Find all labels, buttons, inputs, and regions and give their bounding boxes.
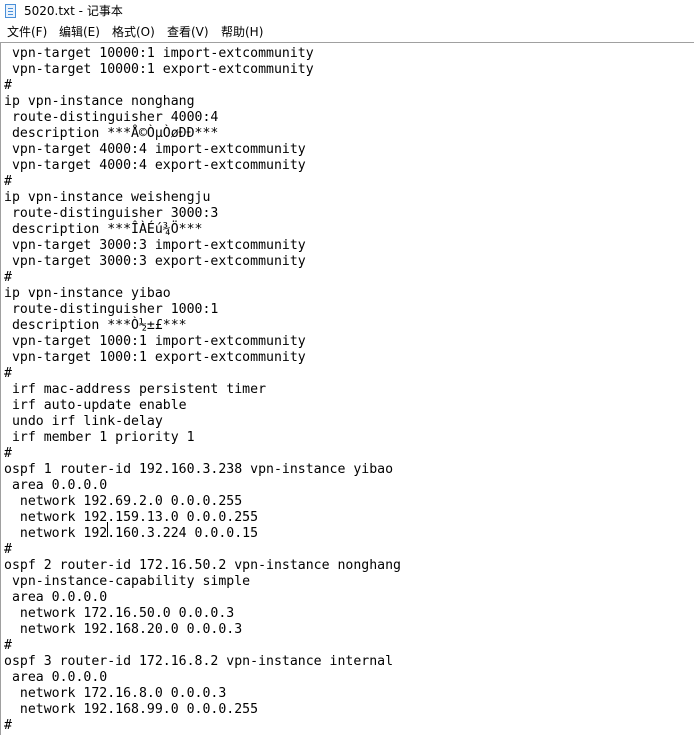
text-line: network 192.159.13.0 0.0.0.255 (4, 510, 259, 525)
notepad-icon (5, 4, 16, 18)
text-line: undo irf link-delay (4, 414, 163, 429)
text-line: # (4, 174, 12, 189)
text-line: network 192.160.3.224 0.0.0.15 (4, 526, 259, 541)
text-line: route-distinguisher 1000:1 (4, 302, 219, 317)
text-line: description ***ÎÀÉú¾Ö*** (4, 222, 203, 237)
text-line: description ***Ò½±£*** (4, 318, 187, 333)
menu-file[interactable]: 文件(F) (7, 24, 47, 40)
text-line: route-distinguisher 4000:4 (4, 110, 219, 125)
text-line: ospf 1 router-id 192.160.3.238 vpn-insta… (4, 462, 394, 477)
text-line: # (4, 366, 12, 381)
text-line: area 0.0.0.0 (4, 590, 108, 605)
text-line: # (4, 446, 12, 461)
menu-edit[interactable]: 编辑(E) (59, 24, 100, 40)
menu-help[interactable]: 帮助(H) (221, 24, 263, 40)
text-line: description ***Å©ÒµÒøÐÐ*** (4, 126, 219, 141)
text-line: ip vpn-instance weishengju (4, 190, 211, 205)
text-line: # (4, 638, 12, 653)
text-line: vpn-instance-capability simple (4, 574, 251, 589)
menu-view[interactable]: 查看(V) (167, 24, 209, 40)
text-line: vpn-target 1000:1 import-extcommunity (4, 334, 306, 349)
text-line: vpn-target 3000:3 import-extcommunity (4, 238, 306, 253)
text-line: irf auto-update enable (4, 398, 187, 413)
text-line: # (4, 542, 12, 557)
text-line: vpn-target 3000:3 export-extcommunity (4, 254, 306, 269)
text-line: vpn-target 10000:1 export-extcommunity (4, 62, 314, 77)
window-title: 5020.txt - 记事本 (24, 4, 123, 18)
text-line: ip vpn-instance yibao (4, 286, 171, 301)
text-line: vpn-target 4000:4 import-extcommunity (4, 142, 306, 157)
text-line: network 192.168.99.0 0.0.0.255 (4, 702, 259, 717)
text-line: vpn-target 4000:4 export-extcommunity (4, 158, 306, 173)
text-line: vpn-target 1000:1 export-extcommunity (4, 350, 306, 365)
text-line: vpn-target 10000:1 import-extcommunity (4, 46, 314, 61)
text-line: network 172.16.50.0 0.0.0.3 (4, 606, 235, 621)
text-editor[interactable]: vpn-target 10000:1 import-extcommunity v… (0, 42, 694, 735)
menu-bar: 文件(F) 编辑(E) 格式(O) 查看(V) 帮助(H) (0, 22, 696, 42)
text-line: irf member 1 priority 1 (4, 430, 195, 445)
text-line: irf mac-address persistent timer (4, 382, 267, 397)
menu-format[interactable]: 格式(O) (112, 24, 155, 40)
text-line: area 0.0.0.0 (4, 670, 108, 685)
text-line: ospf 2 router-id 172.16.50.2 vpn-instanc… (4, 558, 401, 573)
text-line: network 192.69.2.0 0.0.0.255 (4, 494, 243, 509)
text-line: network 172.16.8.0 0.0.0.3 (4, 686, 227, 701)
text-line: area 0.0.0.0 (4, 478, 108, 493)
text-line: # (4, 78, 12, 93)
text-line: network 192.168.20.0 0.0.0.3 (4, 622, 243, 637)
title-bar[interactable]: 5020.txt - 记事本 (0, 0, 696, 23)
text-line: ospf 3 router-id 172.16.8.2 vpn-instance… (4, 654, 394, 669)
text-line: route-distinguisher 3000:3 (4, 206, 219, 221)
text-line: # (4, 718, 12, 733)
text-line: # (4, 270, 12, 285)
text-line: ip vpn-instance nonghang (4, 94, 195, 109)
